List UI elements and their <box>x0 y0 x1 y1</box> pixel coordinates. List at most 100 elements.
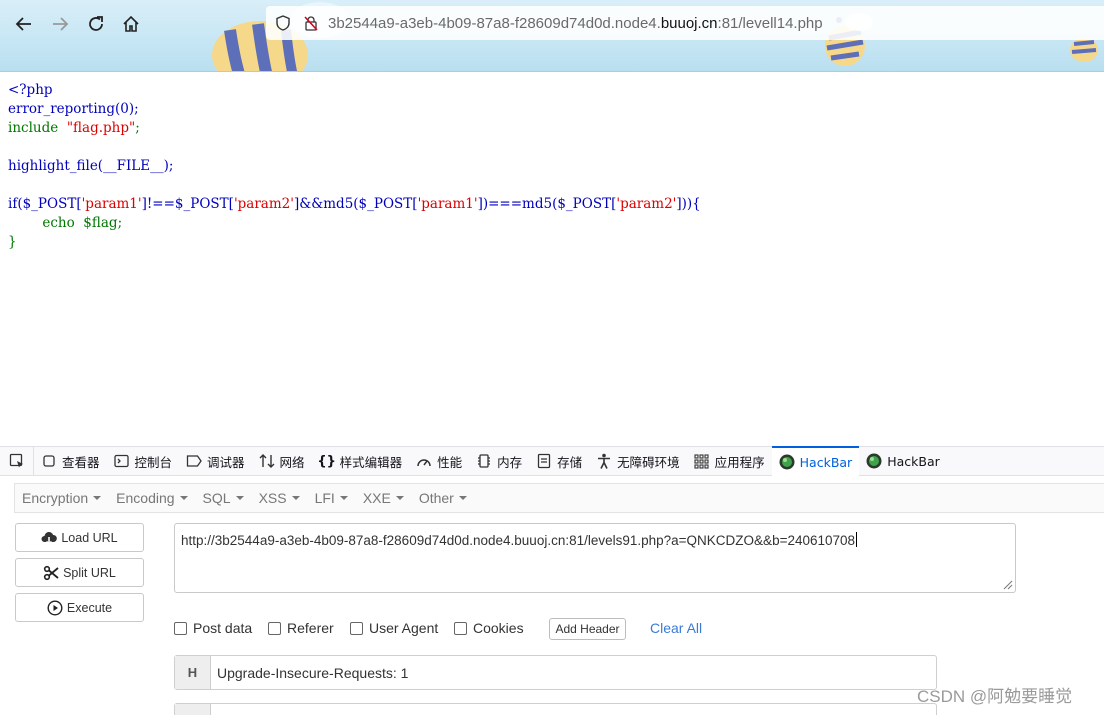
accessibility-icon <box>596 453 612 469</box>
tab-accessibility[interactable]: 无障碍环境 <box>589 446 687 476</box>
tab-network[interactable]: 网络 <box>252 446 312 476</box>
picker-icon <box>9 453 23 468</box>
header-tag: H <box>175 656 211 689</box>
load-url-button[interactable]: Load URL <box>15 523 144 552</box>
checkbox-label: User Agent <box>369 620 439 636</box>
tab-memory[interactable]: 内存 <box>469 446 529 476</box>
header-tag-partial <box>175 704 211 715</box>
browser-toolbar: 3b2544a9-a3eb-4b09-87a8-f28609d74d0d.nod… <box>0 0 1104 72</box>
hackbar-icon <box>779 454 795 470</box>
tab-application[interactable]: 应用程序 <box>687 446 772 476</box>
code-token: ]!==$_POST[ <box>141 196 234 212</box>
menu-xxe[interactable]: XXE <box>356 490 412 506</box>
header-value-input[interactable]: Upgrade-Insecure-Requests: 1 <box>211 656 408 689</box>
tab-hackbar[interactable]: HackBar <box>771 446 860 476</box>
element-picker-button[interactable] <box>0 446 34 476</box>
resize-handle-icon[interactable] <box>1001 578 1013 590</box>
tab-style-editor[interactable]: {} 样式编辑器 <box>312 446 410 476</box>
checkbox-box[interactable] <box>174 621 187 635</box>
tab-storage[interactable]: 存储 <box>529 446 589 476</box>
back-button[interactable] <box>10 10 38 38</box>
cloud-download-icon <box>41 531 58 545</box>
tab-debugger[interactable]: 调试器 <box>179 446 252 476</box>
checkbox-label: Cookies <box>473 620 524 636</box>
menu-encoding[interactable]: Encoding <box>109 490 195 506</box>
tab-label: 存储 <box>557 454 583 470</box>
menu-label: SQL <box>202 490 231 506</box>
hackbar-icon <box>866 453 882 469</box>
menu-label: XSS <box>258 490 287 506</box>
tab-label: 性能 <box>437 454 463 470</box>
tab-performance[interactable]: 性能 <box>409 446 469 476</box>
cookies-checkbox[interactable]: Cookies <box>454 620 524 636</box>
tab-hackbar-2[interactable]: HackBar <box>859 446 947 476</box>
split-url-button[interactable]: Split URL <box>15 558 144 587</box>
menu-sql[interactable]: SQL <box>196 490 252 506</box>
code-string: "flag.php" <box>66 120 136 136</box>
execute-button[interactable]: Execute <box>15 593 144 622</box>
network-icon <box>259 453 275 469</box>
devtools-tabbar: 查看器 控制台 调试器 网络 {} 样式编辑器 性能 内存 存储 无障碍环境 应用… <box>0 446 1104 476</box>
tab-inspector[interactable]: 查看器 <box>34 446 107 476</box>
checkbox-label: Referer <box>287 620 334 636</box>
caret-down-icon <box>235 496 244 500</box>
caret-down-icon <box>179 496 188 500</box>
url-domain: buuoj.cn <box>660 14 718 32</box>
menu-other[interactable]: Other <box>412 490 475 506</box>
tab-label: 查看器 <box>62 454 100 470</box>
tab-label: 网络 <box>279 454 305 470</box>
caret-down-icon <box>339 496 348 500</box>
arrow-left-icon <box>15 17 31 31</box>
tab-label: 调试器 <box>207 454 245 470</box>
hackbar-menu: Encryption Encoding SQL XSS LFI XXE Othe… <box>14 483 1104 513</box>
gauge-icon <box>416 453 432 469</box>
watermark: CSDN @阿勉要睡觉 <box>917 687 1073 706</box>
shield-icon[interactable] <box>272 12 294 34</box>
code-line: <?php <box>8 82 53 98</box>
menu-label: Encoding <box>116 490 175 506</box>
checkbox-box[interactable] <box>350 621 363 635</box>
code-line: } <box>8 234 17 250</box>
menu-label: LFI <box>314 490 335 506</box>
clear-all-link[interactable]: Clear All <box>650 620 702 636</box>
add-header-button[interactable]: Add Header <box>549 618 626 640</box>
referer-checkbox[interactable]: Referer <box>268 620 334 636</box>
grid-icon <box>694 453 710 469</box>
hackbar-url-textarea[interactable]: http://3b2544a9-a3eb-4b09-87a8-f28609d74… <box>174 523 1016 593</box>
code-token: if($_POST[ <box>8 196 82 212</box>
menu-label: Encryption <box>22 490 89 506</box>
tab-label: 控制台 <box>134 454 173 470</box>
url-text[interactable]: 3b2544a9-a3eb-4b09-87a8-f28609d74d0d.nod… <box>328 15 823 32</box>
play-circle-icon <box>47 599 63 616</box>
caret-down-icon <box>291 496 300 500</box>
menu-encryption[interactable]: Encryption <box>15 490 109 506</box>
storage-icon <box>536 453 552 469</box>
code-string: 'param2' <box>616 196 677 212</box>
checkbox-box[interactable] <box>454 621 467 635</box>
memory-icon <box>476 453 492 469</box>
reload-button[interactable] <box>82 10 110 38</box>
forward-button[interactable] <box>46 10 74 38</box>
code-punct: ; <box>135 120 140 136</box>
menu-xss[interactable]: XSS <box>252 490 308 506</box>
tab-label: HackBar <box>887 453 940 469</box>
php-source-code: <?php error_reporting(0); include "flag.… <box>8 81 701 252</box>
text-caret <box>856 532 858 547</box>
home-icon <box>123 15 139 32</box>
post-data-checkbox[interactable]: Post data <box>174 620 252 636</box>
address-bar[interactable]: 3b2544a9-a3eb-4b09-87a8-f28609d74d0d.nod… <box>266 6 1104 40</box>
home-button[interactable] <box>117 10 145 38</box>
checkbox-label: Post data <box>193 620 253 636</box>
code-string: 'param1' <box>417 196 478 212</box>
tab-console[interactable]: 控制台 <box>107 446 180 476</box>
user-agent-checkbox[interactable]: User Agent <box>350 620 438 636</box>
insecure-lock-icon[interactable] <box>300 12 322 34</box>
menu-label: XXE <box>362 490 391 506</box>
menu-lfi[interactable]: LFI <box>308 490 356 506</box>
tab-label: 内存 <box>497 454 523 470</box>
braces-icon: {} <box>317 453 336 469</box>
code-token: ]&&md5($_POST[ <box>293 196 418 212</box>
checkbox-box[interactable] <box>268 621 281 635</box>
code-string: 'param1' <box>81 196 142 212</box>
inspector-icon <box>41 453 57 469</box>
